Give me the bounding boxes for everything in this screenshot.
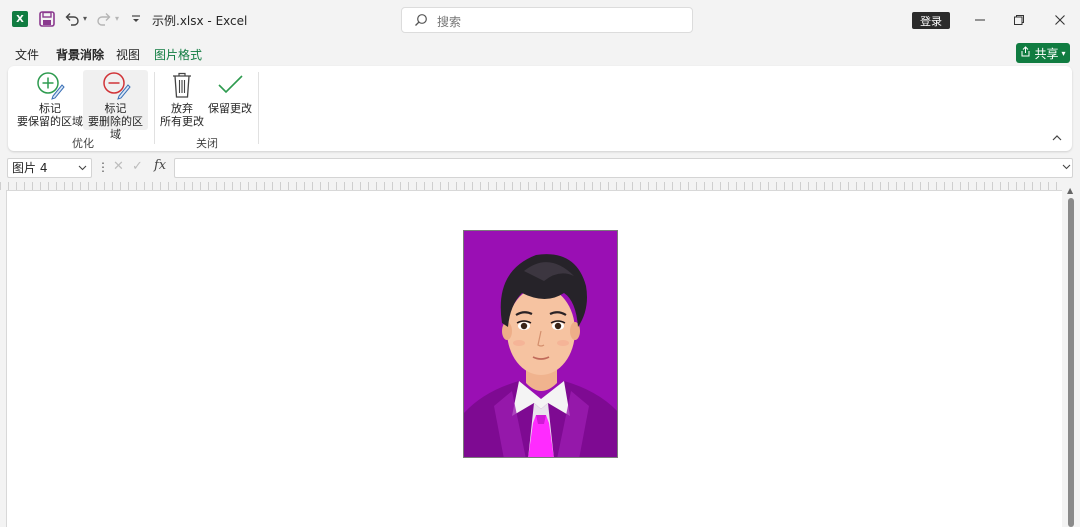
redo-dropdown-chevron-icon: ▾ xyxy=(115,14,120,23)
checkmark-icon xyxy=(215,70,245,100)
vertical-scrollbar[interactable]: ▲ xyxy=(1066,186,1076,527)
restore-icon[interactable] xyxy=(1007,8,1031,32)
login-button[interactable]: 登录 xyxy=(912,12,950,29)
undo-dropdown-chevron-icon[interactable]: ▾ xyxy=(83,14,87,23)
mark-keep-line2: 要保留的区域 xyxy=(17,115,83,128)
mark-keep-plus-pen-icon xyxy=(35,70,65,100)
collapse-ribbon-icon[interactable] xyxy=(1052,134,1062,145)
search-box[interactable]: 搜索 xyxy=(401,7,693,33)
keep-changes-button[interactable]: 保留更改 xyxy=(205,70,255,130)
cancel-icon: ✕ xyxy=(113,159,124,174)
undo-icon[interactable] xyxy=(63,10,81,28)
document-title: 示例.xlsx - Excel xyxy=(152,14,248,28)
mark-remove-minus-pen-icon xyxy=(101,70,131,100)
share-icon xyxy=(1020,46,1031,60)
redo-icon xyxy=(95,10,113,28)
portrait-illustration xyxy=(464,254,617,457)
tab-picture-format[interactable]: 图片格式 xyxy=(154,46,202,63)
discard-line2: 所有更改 xyxy=(160,115,204,128)
mark-areas-to-remove-button[interactable]: 标记 要删除的区域 xyxy=(83,70,148,141)
close-icon[interactable] xyxy=(1048,8,1072,32)
tab-view[interactable]: 视图 xyxy=(116,46,140,63)
mark-keep-line1: 标记 xyxy=(39,102,61,115)
formula-input[interactable] xyxy=(174,158,1073,178)
scroll-up-arrow-icon[interactable]: ▲ xyxy=(1067,186,1073,195)
discard-line1: 放弃 xyxy=(171,102,193,115)
mark-remove-line1: 标记 xyxy=(104,102,127,115)
discard-all-changes-button[interactable]: 放弃 所有更改 xyxy=(159,70,205,130)
name-box[interactable]: 图片 4 xyxy=(7,158,92,178)
name-box-chevron-icon[interactable] xyxy=(78,159,87,184)
formula-bar: 图片 4 ⋮ ✕ ✓ fx xyxy=(0,156,1080,180)
search-icon xyxy=(414,13,428,27)
group-label-refine: 优化 xyxy=(72,137,94,150)
group-label-close: 关闭 xyxy=(196,137,218,150)
more-options-icon[interactable]: ⋮ xyxy=(97,160,109,174)
expand-formula-bar-icon[interactable] xyxy=(1062,158,1076,179)
search-placeholder: 搜索 xyxy=(437,15,462,29)
trash-icon xyxy=(167,70,197,100)
title-bar: X ▾ ▾ 示例.xlsx - Excel 搜索 登录 xyxy=(0,0,1080,40)
group-divider xyxy=(258,72,259,144)
save-icon[interactable] xyxy=(38,10,56,28)
share-chevron-icon: ▾ xyxy=(1061,48,1066,58)
tab-file[interactable]: 文件 xyxy=(15,46,39,63)
menu-tabs: 文件 背景消除 视图 图片格式 xyxy=(0,40,1080,68)
excel-logo-icon: X xyxy=(12,11,28,27)
minimize-icon[interactable] xyxy=(968,8,992,32)
share-label: 共享 xyxy=(1034,46,1059,61)
portrait-picture[interactable] xyxy=(463,230,618,458)
mark-areas-to-keep-button[interactable]: 标记 要保留的区域 xyxy=(16,70,84,130)
keep-changes-label: 保留更改 xyxy=(208,102,252,115)
share-button[interactable]: 共享 ▾ xyxy=(1016,43,1070,63)
customize-toolbar-icon[interactable] xyxy=(129,10,143,28)
tab-background-removal[interactable]: 背景消除 xyxy=(56,46,105,68)
horizontal-ruler xyxy=(0,182,1064,190)
group-divider xyxy=(154,72,155,144)
scrollbar-thumb[interactable] xyxy=(1068,198,1074,527)
name-box-value: 图片 4 xyxy=(12,161,48,175)
enter-icon: ✓ xyxy=(132,159,143,174)
insert-function-icon[interactable]: fx xyxy=(154,158,166,173)
ribbon: 标记 要保留的区域 标记 要删除的区域 优化 放弃 所有更改 保留更改 关闭 xyxy=(8,66,1072,151)
